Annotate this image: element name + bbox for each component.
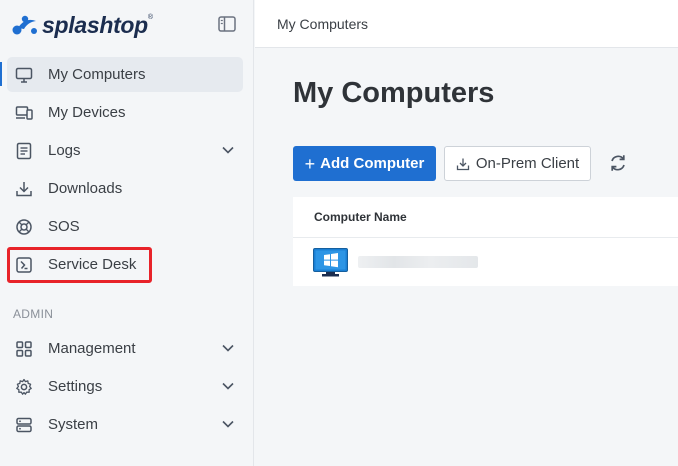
service-desk-icon: [14, 255, 34, 275]
breadcrumb-title: My Computers: [277, 15, 369, 32]
brand-tm: ®: [147, 14, 154, 21]
sidebar: splashtop ® My Computers My Devices Logs…: [0, 0, 254, 466]
sidebar-item-my-devices[interactable]: My Devices: [7, 95, 243, 130]
on-prem-client-button[interactable]: On-Prem Client: [444, 146, 591, 181]
sidebar-item-label: My Devices: [48, 104, 126, 121]
sidebar-item-system[interactable]: System: [7, 407, 243, 442]
sidebar-item-label: Service Desk: [48, 256, 137, 273]
sidebar-item-downloads[interactable]: Downloads: [7, 171, 243, 206]
page-title: My Computers: [293, 77, 495, 109]
grid-icon: [14, 339, 34, 359]
splashtop-logo[interactable]: splashtop ®: [12, 10, 153, 40]
top-bar: My Computers: [255, 0, 678, 48]
sidebar-item-label: Downloads: [48, 180, 123, 197]
computer-name-redacted: [358, 256, 478, 268]
add-computer-label: Add Computer: [320, 155, 425, 172]
gear-icon: [14, 377, 34, 397]
on-prem-client-label: On-Prem Client: [475, 155, 580, 172]
brand-name: splashtop: [42, 11, 148, 38]
sidebar-item-label: SOS: [48, 218, 80, 235]
monitor-icon: [14, 65, 34, 85]
server-icon: [14, 415, 34, 435]
sidebar-item-label: Settings: [48, 378, 103, 395]
column-header-computer-name[interactable]: Computer Name: [314, 210, 407, 224]
windows-computer-icon: [313, 247, 348, 276]
chevron-down-icon[interactable]: [221, 341, 235, 355]
sidebar-item-label: System: [48, 416, 99, 433]
sidebar-collapse-icon[interactable]: [218, 16, 236, 32]
splashtop-logo-icon: [12, 15, 37, 35]
plus-icon: +: [304, 153, 316, 174]
sidebar-item-service-desk[interactable]: Service Desk: [7, 247, 243, 282]
computers-table: Computer Name: [293, 197, 678, 286]
refresh-icon[interactable]: [607, 152, 629, 174]
download-icon: [456, 158, 469, 170]
main-content: My Computers My Computers + Add Computer…: [255, 0, 678, 466]
sidebar-item-management[interactable]: Management: [7, 331, 243, 366]
chevron-down-icon[interactable]: [221, 143, 235, 157]
logs-icon: [14, 141, 34, 161]
sidebar-item-sos[interactable]: SOS: [7, 209, 243, 244]
sidebar-item-logs[interactable]: Logs: [7, 133, 243, 168]
chevron-down-icon[interactable]: [221, 379, 235, 393]
sidebar-item-my-computers[interactable]: My Computers: [7, 57, 243, 92]
lifebuoy-icon: [14, 217, 34, 237]
sidebar-item-label: Logs: [48, 142, 81, 159]
add-computer-button[interactable]: + Add Computer: [293, 146, 436, 181]
admin-section-label: ADMIN: [13, 307, 54, 321]
sidebar-item-label: My Computers: [48, 66, 146, 83]
sidebar-item-settings[interactable]: Settings: [7, 369, 243, 404]
download-icon: [14, 179, 34, 199]
active-indicator: [0, 62, 2, 86]
devices-icon: [14, 103, 34, 123]
table-header: Computer Name: [293, 197, 678, 238]
table-row[interactable]: [293, 238, 678, 286]
chevron-down-icon[interactable]: [221, 417, 235, 431]
sidebar-item-label: Management: [48, 340, 136, 357]
